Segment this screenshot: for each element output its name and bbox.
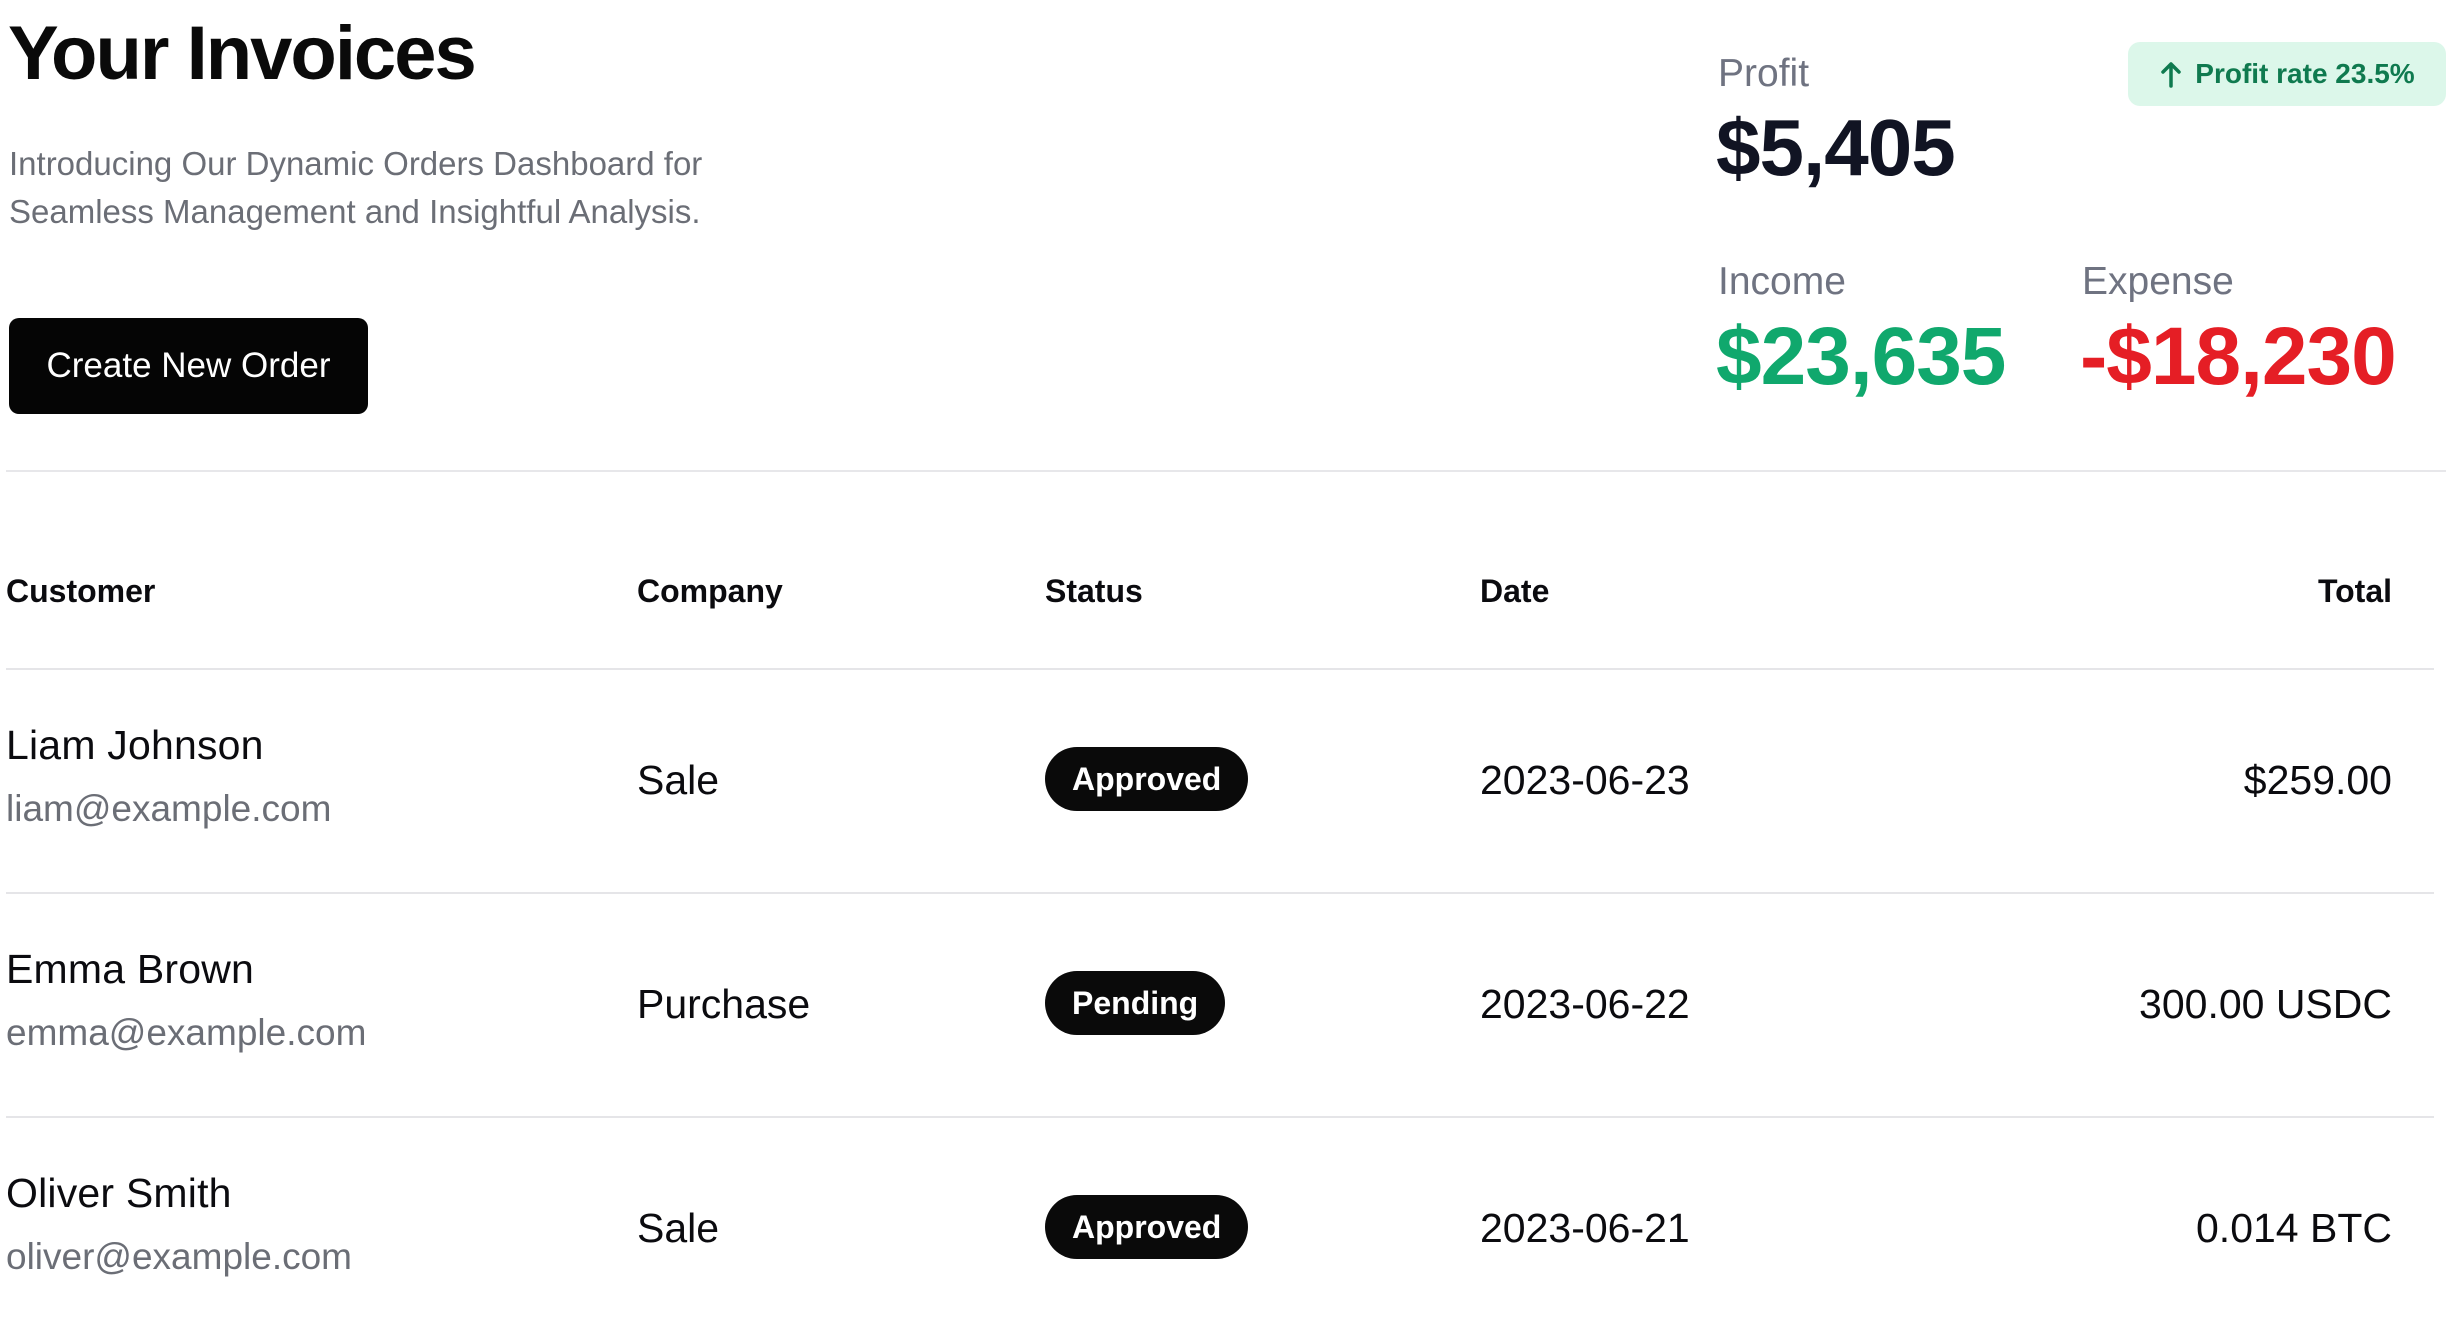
- status-badge: Approved: [1045, 747, 1249, 811]
- total-cell: 300.00 USDC: [2139, 981, 2392, 1027]
- profit-rate-badge: Profit rate 23.5%: [2128, 42, 2446, 106]
- column-header-status: Status: [1045, 573, 1143, 609]
- table-row[interactable]: Liam Johnson liam@example.com Sale Appro…: [6, 670, 2434, 894]
- column-header-date: Date: [1480, 573, 1550, 609]
- table-header: Customer Company Status Date Total: [6, 530, 2434, 670]
- page-subtitle: Introducing Our Dynamic Orders Dashboard…: [9, 140, 769, 236]
- column-header-company: Company: [637, 573, 783, 609]
- column-header-total: Total: [2317, 573, 2392, 609]
- customer-email: liam@example.com: [6, 788, 332, 829]
- status-badge: Approved: [1045, 1195, 1249, 1259]
- profit-rate-label: Profit rate 23.5%: [2195, 58, 2415, 89]
- profit-label: Profit: [1718, 52, 1810, 95]
- create-new-order-button[interactable]: Create New Order: [9, 318, 368, 414]
- table-row[interactable]: Oliver Smith oliver@example.com Sale App…: [6, 1118, 2434, 1340]
- company-cell: Sale: [637, 1205, 720, 1251]
- total-cell: $259.00: [2243, 757, 2392, 803]
- expense-value: -$18,230: [2080, 311, 2397, 402]
- date-cell: 2023-06-23: [1480, 757, 1690, 803]
- customer-email: emma@example.com: [6, 1012, 367, 1053]
- income-label: Income: [1718, 260, 1846, 303]
- date-cell: 2023-06-21: [1480, 1205, 1690, 1251]
- page-title: Your Invoices: [8, 11, 477, 96]
- profit-value: $5,405: [1716, 103, 1956, 192]
- column-header-customer: Customer: [6, 573, 156, 609]
- expense-label: Expense: [2082, 260, 2234, 303]
- arrow-up-icon: [2159, 59, 2183, 89]
- customer-email: oliver@example.com: [6, 1236, 353, 1277]
- total-cell: 0.014 BTC: [2196, 1205, 2392, 1251]
- customer-name: Liam Johnson: [6, 722, 264, 768]
- customer-name: Emma Brown: [6, 946, 255, 992]
- section-divider: [6, 470, 2446, 472]
- income-value: $23,635: [1716, 311, 2006, 402]
- status-badge: Pending: [1045, 971, 1226, 1035]
- date-cell: 2023-06-22: [1480, 981, 1690, 1027]
- table-row[interactable]: Emma Brown emma@example.com Purchase Pen…: [6, 894, 2434, 1118]
- subtitle-line-1: Introducing Our Dynamic Orders Dashboard…: [9, 145, 703, 182]
- company-cell: Sale: [637, 757, 720, 803]
- subtitle-line-2: Seamless Management and Insightful Analy…: [9, 193, 701, 230]
- company-cell: Purchase: [637, 981, 811, 1027]
- customer-name: Oliver Smith: [6, 1170, 232, 1216]
- invoice-table: Customer Company Status Date Total Liam …: [6, 530, 2434, 1340]
